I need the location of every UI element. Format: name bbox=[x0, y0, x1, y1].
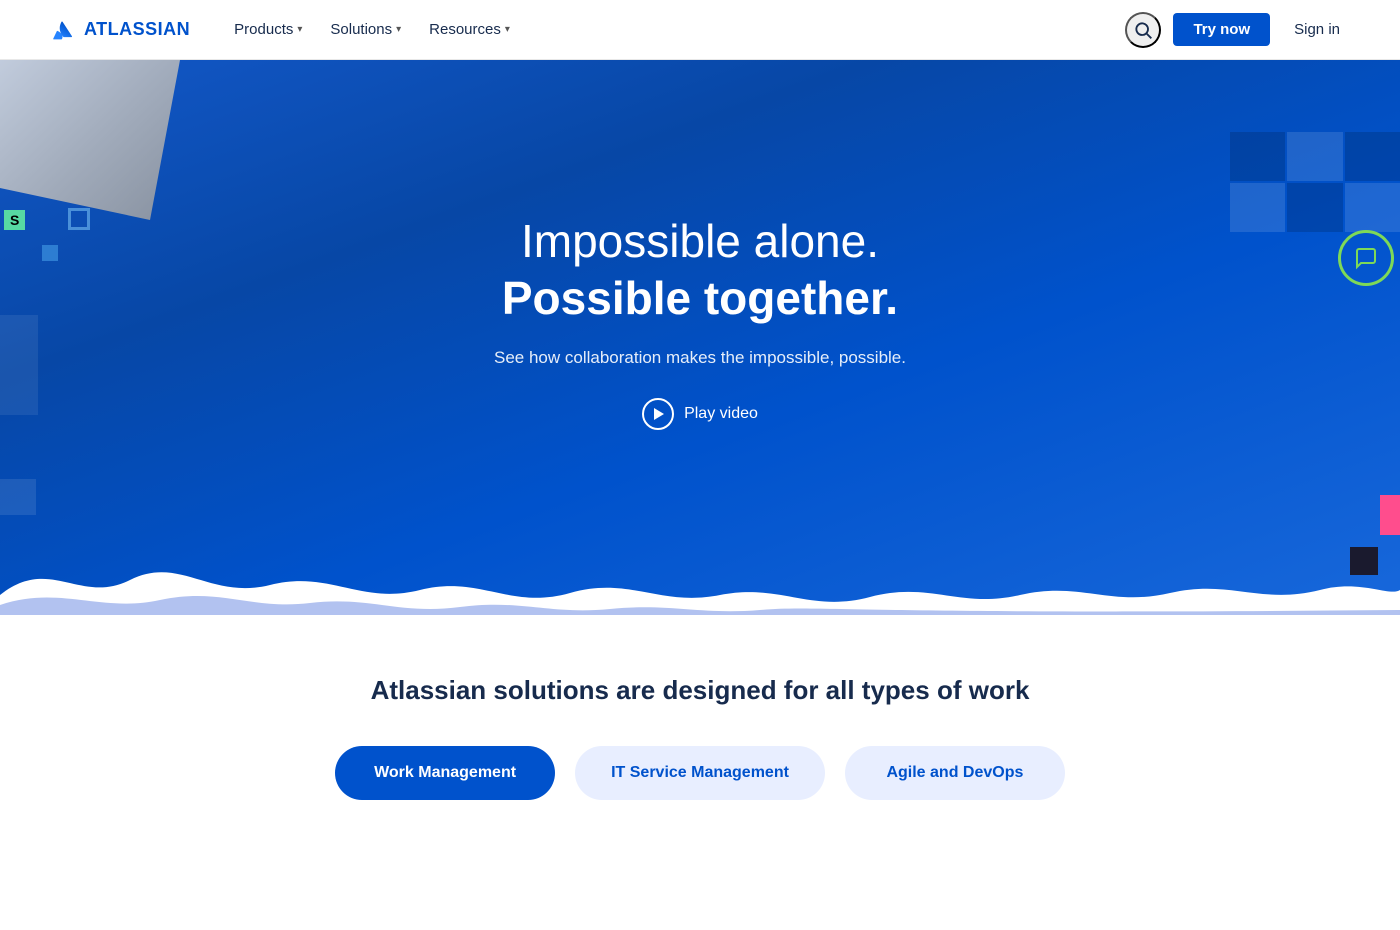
hero-checker-pattern bbox=[1230, 132, 1400, 232]
nav-solutions[interactable]: Solutions ▾ bbox=[318, 13, 413, 46]
navbar-right: Try now Sign in bbox=[1125, 12, 1352, 48]
hero-square-filled bbox=[42, 245, 58, 261]
try-now-button[interactable]: Try now bbox=[1173, 13, 1270, 46]
solution-buttons-group: Work Management IT Service Management Ag… bbox=[48, 746, 1352, 800]
hero-section: S Impossible alone. Possible together. S… bbox=[0, 60, 1400, 615]
hero-square-outline bbox=[68, 208, 90, 230]
nav-menu: Products ▾ Solutions ▾ Resources ▾ bbox=[222, 13, 1125, 46]
nav-resources[interactable]: Resources ▾ bbox=[417, 13, 522, 46]
chat-bubble-icon bbox=[1338, 230, 1394, 286]
solutions-title: Atlassian solutions are designed for all… bbox=[48, 675, 1352, 706]
hero-headline-bold: Possible together. bbox=[494, 272, 906, 325]
sign-in-button[interactable]: Sign in bbox=[1282, 13, 1352, 46]
nav-products[interactable]: Products ▾ bbox=[222, 13, 314, 46]
solution-btn-it-service-management[interactable]: IT Service Management bbox=[575, 746, 825, 800]
play-video-button[interactable]: Play video bbox=[642, 398, 758, 430]
play-triangle-icon bbox=[654, 408, 664, 420]
hero-hand-graphic bbox=[0, 60, 200, 220]
hero-green-label: S bbox=[4, 210, 25, 230]
solution-btn-agile-devops[interactable]: Agile and DevOps bbox=[845, 746, 1065, 800]
hero-wave-edge bbox=[0, 535, 1400, 615]
search-button[interactable] bbox=[1125, 12, 1161, 48]
atlassian-logo[interactable]: ATLASSIAN bbox=[48, 16, 190, 44]
hero-headline-light: Impossible alone. bbox=[494, 215, 906, 268]
search-icon bbox=[1133, 20, 1153, 40]
resources-chevron-icon: ▾ bbox=[505, 24, 510, 35]
hero-pink-rect bbox=[1380, 495, 1400, 535]
atlassian-logo-icon bbox=[48, 16, 76, 44]
hero-bottom-left-rect bbox=[0, 479, 36, 515]
hero-subtext: See how collaboration makes the impossib… bbox=[494, 345, 906, 371]
navbar: ATLASSIAN Products ▾ Solutions ▾ Resourc… bbox=[0, 0, 1400, 60]
solutions-chevron-icon: ▾ bbox=[396, 24, 401, 35]
solution-btn-work-management[interactable]: Work Management bbox=[335, 746, 555, 800]
hero-content: Impossible alone. Possible together. See… bbox=[470, 215, 930, 430]
hero-rect-left bbox=[0, 315, 38, 415]
solutions-section: Atlassian solutions are designed for all… bbox=[0, 615, 1400, 880]
play-icon bbox=[642, 398, 674, 430]
atlassian-wordmark: ATLASSIAN bbox=[84, 19, 190, 40]
products-chevron-icon: ▾ bbox=[297, 24, 302, 35]
